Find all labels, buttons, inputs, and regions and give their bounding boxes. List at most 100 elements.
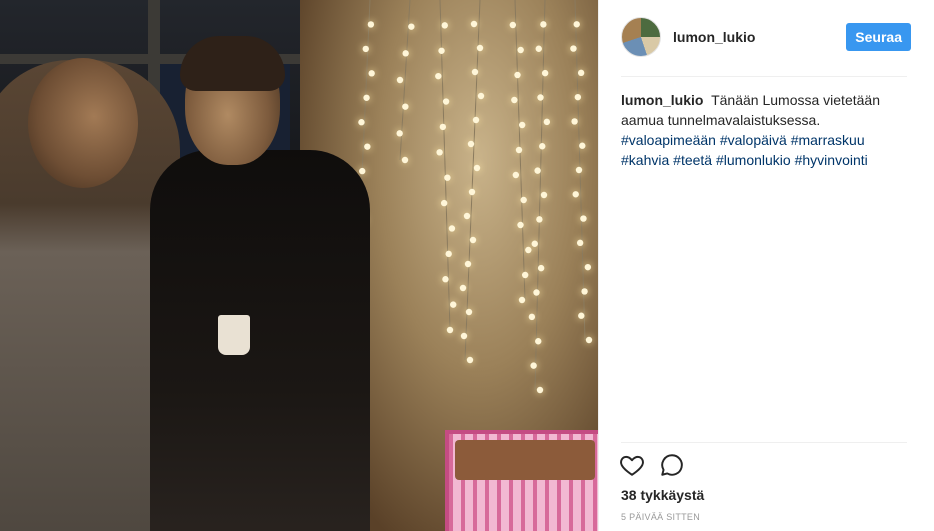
light-bulb (541, 69, 549, 77)
light-bulb (463, 212, 471, 220)
light-bulb (576, 239, 584, 247)
hashtag-link[interactable]: #valoapimeään (621, 132, 716, 148)
light-bulb (577, 69, 585, 77)
light-bulb (402, 50, 409, 57)
light-bulb (537, 94, 544, 101)
light-bulb (439, 123, 447, 131)
light-strand (464, 0, 481, 361)
light-bulb (535, 45, 542, 52)
light-bulb (534, 167, 541, 174)
light-bulb (473, 164, 481, 172)
light-bulb (396, 76, 404, 84)
light-bulb (438, 47, 445, 54)
light-bulb (573, 21, 580, 28)
light-bulb (539, 143, 546, 150)
light-bulb (362, 45, 369, 53)
light-bulb (509, 21, 517, 29)
light-bulb (521, 271, 529, 279)
hashtag-link[interactable]: #kahvia (621, 152, 669, 168)
light-bulb (442, 98, 450, 105)
light-bulb (476, 44, 484, 52)
light-bulb (536, 216, 543, 223)
hashtag-link[interactable]: #teetä (673, 152, 712, 168)
light-bulb (465, 308, 473, 316)
light-bulb (396, 130, 403, 137)
light-bulb (578, 312, 585, 319)
light-bulb (518, 296, 526, 304)
light-bulb (402, 103, 409, 110)
post-timestamp[interactable]: 5 PÄIVÄÄ SITTEN (621, 512, 700, 522)
caption-hashtags: #valoapimeään #valopäivä #marraskuu #kah… (621, 132, 868, 168)
light-bulb (518, 121, 526, 129)
light-bulb (472, 116, 480, 124)
light-bulb (445, 250, 452, 258)
light-bulb (408, 23, 415, 30)
light-bulb (540, 191, 548, 199)
light-bulb (466, 356, 474, 364)
crate-contents (455, 440, 595, 480)
light-bulb (444, 174, 451, 181)
hashtag-link[interactable]: #marraskuu (791, 132, 865, 148)
caption-author[interactable]: lumon_lukio (621, 92, 703, 108)
instagram-post: lumon_lukio Seuraa lumon_lukio Tänään Lu… (0, 0, 934, 531)
light-bulb (440, 199, 448, 207)
light-bulb (572, 191, 579, 198)
light-bulb (446, 326, 454, 334)
light-bulb (536, 386, 544, 394)
light-bulb (528, 313, 536, 321)
light-bulb (584, 263, 592, 271)
light-bulb (540, 21, 547, 28)
light-bulb (537, 264, 545, 272)
light-bulb (464, 260, 472, 268)
light-bulb (585, 336, 593, 344)
header-username[interactable]: lumon_lukio (673, 29, 846, 45)
light-bulb (511, 96, 518, 104)
heart-icon[interactable] (619, 452, 645, 478)
light-bulb (517, 46, 524, 54)
light-bulb (514, 71, 521, 79)
person-right-hair (180, 36, 285, 91)
light-bulb (535, 338, 542, 345)
light-bulb (468, 188, 476, 196)
light-bulb (363, 94, 370, 101)
avatar[interactable] (621, 17, 661, 57)
light-bulb (517, 221, 524, 229)
person-left-head (28, 58, 138, 188)
light-bulb (359, 167, 366, 175)
light-bulb (543, 118, 551, 126)
post-side-panel: lumon_lukio Seuraa lumon_lukio Tänään Lu… (598, 0, 934, 531)
light-bulb (575, 166, 583, 174)
light-bulb (367, 21, 375, 28)
light-bulb (441, 22, 448, 29)
light-bulb (581, 288, 588, 295)
follow-button[interactable]: Seuraa (846, 23, 911, 51)
light-bulb (450, 301, 457, 308)
light-bulb (435, 72, 442, 80)
like-count[interactable]: 38 tykkäystä (621, 487, 704, 503)
post-caption: lumon_lukio Tänään Lumossa vietetään aam… (621, 90, 907, 170)
light-bulb (579, 142, 586, 149)
light-bulb (530, 362, 537, 369)
light-bulb (470, 20, 478, 28)
light-bulb (358, 119, 365, 126)
light-bulb (469, 236, 477, 244)
light-bulb (533, 289, 540, 296)
light-bulb (471, 68, 479, 76)
coffee-cup (218, 315, 250, 355)
light-bulb (436, 149, 443, 156)
light-bulb (364, 143, 371, 150)
light-bulb (459, 284, 467, 292)
light-bulb (401, 156, 409, 164)
header-divider (621, 76, 907, 77)
post-header: lumon_lukio Seuraa (621, 14, 911, 60)
comment-icon[interactable] (659, 452, 685, 478)
hashtag-link[interactable]: #lumonlukio (716, 152, 791, 168)
light-bulb (467, 140, 475, 148)
light-bulb (571, 118, 578, 125)
post-photo[interactable] (0, 0, 598, 531)
light-bulb (368, 70, 375, 77)
light-bulb (574, 93, 582, 101)
light-bulb (512, 171, 520, 179)
hashtag-link[interactable]: #valopäivä (720, 132, 787, 148)
hashtag-link[interactable]: #hyvinvointi (795, 152, 868, 168)
